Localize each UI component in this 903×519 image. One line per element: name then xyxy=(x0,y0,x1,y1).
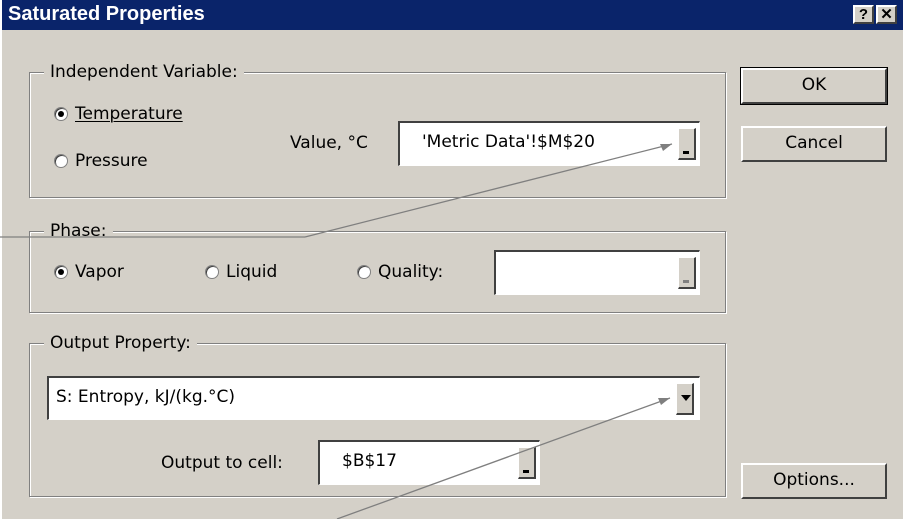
radio-selected-indicator xyxy=(54,107,68,121)
temperature-label: Temperature xyxy=(75,104,183,124)
output-cell-value: $B$17 xyxy=(342,451,397,471)
radio-selected-indicator xyxy=(54,265,68,279)
chevron-down-icon xyxy=(681,395,691,401)
output-cell-range-button[interactable] xyxy=(518,447,536,479)
vapor-radio[interactable]: Vapor xyxy=(54,262,124,282)
phase-legend: Phase: xyxy=(44,221,113,241)
value-label: Value, °C xyxy=(290,133,368,153)
vapor-label: Vapor xyxy=(75,262,124,282)
question-mark-icon: ? xyxy=(858,6,869,23)
range-select-icon xyxy=(683,151,689,154)
radio-indicator xyxy=(54,154,68,168)
output-property-dropdown-button[interactable] xyxy=(676,383,694,415)
quality-label: Quality: xyxy=(378,262,444,282)
options-button[interactable]: Options... xyxy=(741,463,887,499)
title-bar[interactable]: Saturated Properties ? ✕ xyxy=(2,0,903,30)
quality-radio[interactable]: Quality: xyxy=(357,262,443,282)
close-button[interactable]: ✕ xyxy=(876,5,897,24)
help-button[interactable]: ? xyxy=(853,5,874,24)
quality-input[interactable] xyxy=(494,250,700,295)
cancel-button[interactable]: Cancel xyxy=(741,126,887,162)
value-text: 'Metric Data'!$M$20 xyxy=(422,132,595,152)
temperature-radio[interactable]: Temperature xyxy=(54,104,183,124)
output-cell-input[interactable]: $B$17 xyxy=(318,440,540,485)
value-range-button[interactable] xyxy=(678,128,696,160)
range-select-icon xyxy=(523,470,529,473)
output-property-select[interactable]: S: Entropy, kJ/(kg.°C) xyxy=(47,376,700,420)
quality-range-button[interactable] xyxy=(678,257,696,289)
saturated-properties-dialog: Saturated Properties ? ✕ Independent Var… xyxy=(2,0,903,519)
independent-variable-legend: Independent Variable: xyxy=(44,62,244,82)
value-input[interactable]: 'Metric Data'!$M$20 xyxy=(398,121,700,166)
ok-button[interactable]: OK xyxy=(740,67,888,105)
liquid-radio[interactable]: Liquid xyxy=(205,262,277,282)
range-select-icon xyxy=(683,280,689,283)
radio-indicator xyxy=(205,265,219,279)
output-property-value: S: Entropy, kJ/(kg.°C) xyxy=(56,387,236,407)
liquid-label: Liquid xyxy=(226,262,278,282)
pressure-label: Pressure xyxy=(75,151,148,171)
window-title: Saturated Properties xyxy=(8,3,205,25)
close-icon: ✕ xyxy=(880,6,893,23)
radio-indicator xyxy=(357,265,371,279)
output-to-cell-label: Output to cell: xyxy=(161,453,283,473)
pressure-radio[interactable]: Pressure xyxy=(54,151,148,171)
output-property-legend: Output Property: xyxy=(44,333,197,353)
